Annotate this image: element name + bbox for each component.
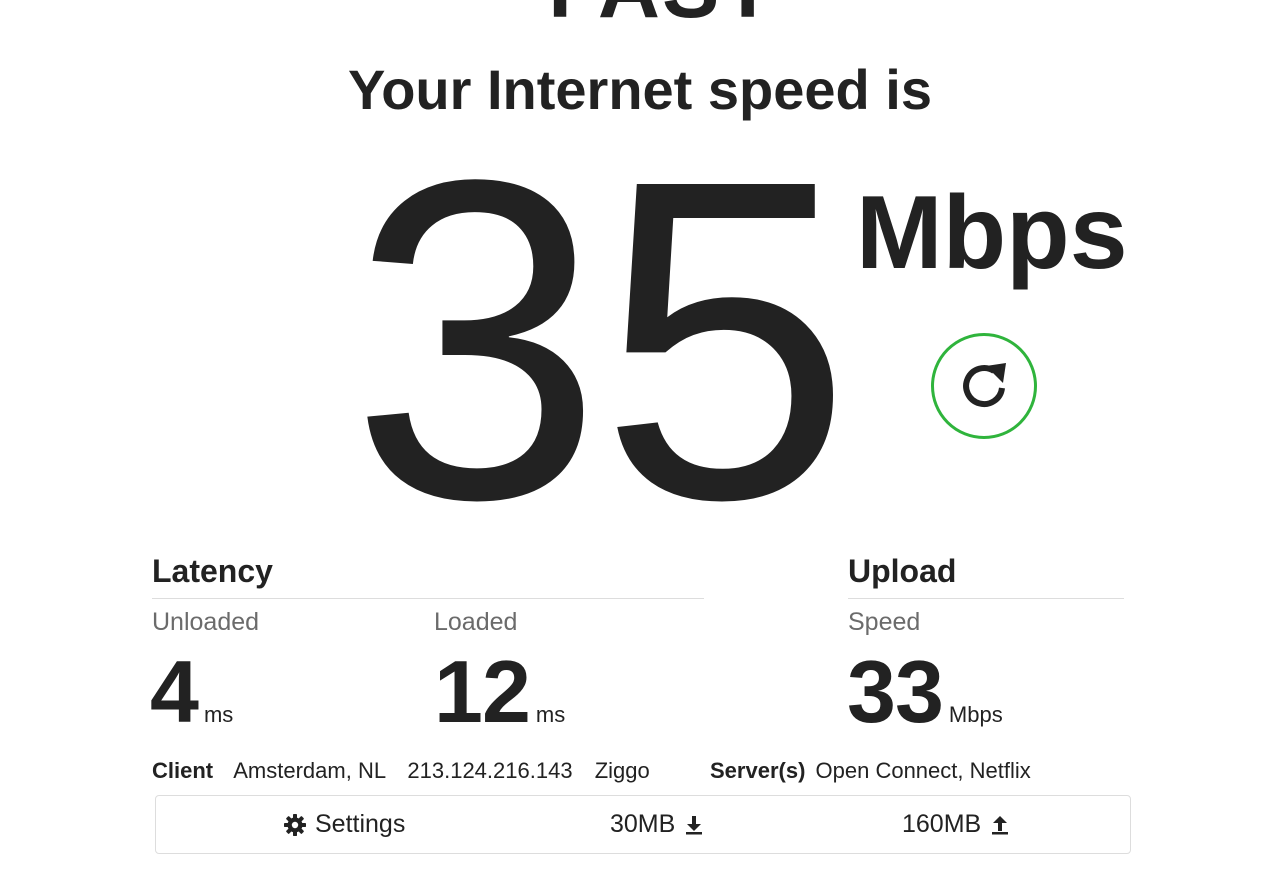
unloaded-latency: 4 ms <box>150 642 234 741</box>
loaded-latency: 12 ms <box>434 642 566 741</box>
upload-speed-label: Speed <box>848 608 921 636</box>
server-info: Server(s) Open Connect, Netflix <box>710 758 1031 784</box>
page: FAST Your Internet speed is 35 Mbps Late… <box>0 0 1280 875</box>
client-location: Amsterdam, NL <box>233 758 386 783</box>
unloaded-latency-value: 4 <box>150 642 199 741</box>
upload-title: Upload <box>848 553 957 589</box>
upload-divider <box>848 598 1124 599</box>
settings-label: Settings <box>315 810 406 838</box>
refresh-button[interactable] <box>931 333 1037 439</box>
client-isp: Ziggo <box>594 758 650 783</box>
client-label: Client <box>152 758 214 783</box>
upload-size-value: 160MB <box>902 810 982 838</box>
download-size-value: 30MB <box>610 810 676 838</box>
client-ip: 213.124.216.143 <box>407 758 573 783</box>
latency-title: Latency <box>152 553 273 589</box>
unloaded-latency-unit: ms <box>203 702 234 727</box>
loaded-latency-label: Loaded <box>434 608 518 636</box>
upload-speed-value: 33 <box>847 642 944 741</box>
server-value: Open Connect, Netflix <box>815 758 1031 783</box>
upload-speed: 33 Mbps <box>847 642 1003 741</box>
refresh-icon <box>963 363 1006 407</box>
upload-size[interactable]: 160MB <box>902 796 1009 853</box>
download-arrow-icon <box>686 815 703 834</box>
loaded-latency-value: 12 <box>434 642 531 741</box>
client-info: Client Amsterdam, NL 213.124.216.143 Zig… <box>152 758 650 784</box>
gear-icon <box>284 813 306 836</box>
fast-logo[interactable]: FAST <box>532 0 792 22</box>
server-label: Server(s) <box>710 758 806 783</box>
settings-bar: Settings 30MB 160MB <box>155 795 1131 854</box>
settings-button[interactable]: Settings <box>283 796 405 853</box>
loaded-latency-unit: ms <box>535 702 566 727</box>
upload-arrow-icon <box>992 815 1009 834</box>
unloaded-latency-label: Unloaded <box>152 608 260 636</box>
download-size[interactable]: 30MB <box>610 796 703 853</box>
download-speed-value: 35 <box>350 86 852 594</box>
upload-speed-unit: Mbps <box>948 702 1003 727</box>
latency-divider <box>152 598 704 599</box>
download-speed-unit: Mbps <box>856 175 1128 291</box>
